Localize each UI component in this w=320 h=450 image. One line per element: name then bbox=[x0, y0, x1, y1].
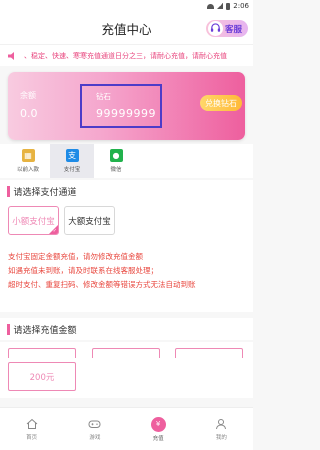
note-line: 如遇充值未到账，请及时联系在线客服处理； bbox=[8, 266, 158, 275]
nav-game[interactable]: 游戏 bbox=[70, 418, 120, 441]
nav-label: 充值 bbox=[152, 435, 164, 442]
status-time: 2:06 bbox=[233, 2, 249, 10]
section-marker bbox=[7, 323, 10, 335]
tab-previous-deposit[interactable]: ▦ 以前入款 bbox=[6, 144, 50, 178]
speaker-icon bbox=[8, 51, 14, 60]
customer-service-button[interactable]: 客服 bbox=[206, 20, 248, 37]
channel-section-header: 请选择支付通道 bbox=[0, 180, 253, 202]
note-line: 支付宝固定金额充值，请勿修改充值金额 bbox=[8, 252, 143, 261]
diamond-label: 钻石 bbox=[96, 92, 111, 101]
header: 充值中心 客服 bbox=[0, 12, 253, 44]
tab-label: 支付宝 bbox=[63, 167, 81, 173]
channel-label: 大额支付宝 bbox=[68, 216, 111, 227]
channel-small-alipay[interactable]: 小额支付宝 ✓ bbox=[8, 206, 59, 235]
recharge-icon: ¥ bbox=[150, 416, 166, 432]
customer-service-label: 客服 bbox=[225, 24, 243, 35]
balance-value: 0.0 bbox=[20, 107, 38, 120]
headset-icon bbox=[208, 21, 223, 36]
home-icon bbox=[25, 418, 38, 431]
wechat-icon: ● bbox=[109, 149, 123, 162]
game-icon bbox=[88, 418, 101, 431]
amount-option-200[interactable]: 200元 bbox=[8, 362, 76, 391]
diamond-value: 99999999 bbox=[96, 107, 156, 120]
bottom-nav: 首页 游戏 ¥ 充值 我的 bbox=[0, 407, 253, 450]
tab-wechat[interactable]: ● 微信 bbox=[94, 144, 138, 178]
channel-section-title: 请选择支付通道 bbox=[13, 187, 77, 198]
balance-card: 余额 0.0 钻石 99999999 兑换钻石 bbox=[8, 72, 245, 140]
exchange-diamond-button[interactable]: 兑换钻石 bbox=[200, 95, 242, 111]
amount-section-title: 请选择充值金额 bbox=[13, 325, 77, 336]
recharge-screen: 2:06 充值中心 客服 、稳定、快速、寒寒充值通道日分之三，请耐心充值，请耐心… bbox=[0, 0, 253, 450]
grid-icon: ▦ bbox=[21, 149, 35, 162]
battery-icon bbox=[226, 2, 231, 10]
nav-label: 我的 bbox=[215, 434, 227, 441]
note-line: 超时支付、重复扫码、修改金额等错误方式无法自动到账 bbox=[8, 280, 196, 289]
amount-options-row2: 200元 bbox=[0, 358, 253, 398]
notice-bar: 、稳定、快速、寒寒充值通道日分之三，请耐心充值，请耐心充值 bbox=[0, 44, 253, 66]
section-marker bbox=[7, 185, 10, 197]
nav-recharge[interactable]: ¥ 充值 bbox=[133, 416, 183, 442]
notice-text: 、稳定、快速、寒寒充值通道日分之三，请耐心充值，请耐心充值 bbox=[24, 51, 227, 60]
tab-label: 微信 bbox=[110, 167, 122, 173]
payment-tabs: ▦ 以前入款 支 支付宝 ● 微信 bbox=[0, 144, 253, 178]
tab-alipay[interactable]: 支 支付宝 bbox=[50, 144, 94, 178]
nav-label: 游戏 bbox=[89, 434, 101, 441]
tab-label: 以前入款 bbox=[16, 167, 39, 173]
nav-label: 首页 bbox=[26, 434, 38, 441]
page-title: 充值中心 bbox=[101, 21, 152, 37]
status-bar: 2:06 bbox=[0, 0, 253, 12]
diamond-highlight-box: 钻石 99999999 bbox=[80, 84, 162, 128]
wifi-icon bbox=[207, 3, 215, 9]
payment-notes: 支付宝固定金额充值，请勿修改充值金额 如遇充值未到账，请及时联系在线客服处理； … bbox=[0, 244, 253, 312]
user-icon bbox=[215, 418, 228, 431]
balance-label: 余额 bbox=[20, 91, 36, 100]
channel-large-alipay[interactable]: 大额支付宝 bbox=[64, 206, 115, 235]
check-icon: ✓ bbox=[52, 228, 57, 234]
signal-icon bbox=[217, 3, 224, 9]
nav-mine[interactable]: 我的 bbox=[196, 418, 246, 441]
nav-home[interactable]: 首页 bbox=[7, 418, 57, 441]
alipay-icon: 支 bbox=[65, 149, 79, 162]
amount-section-header: 请选择充值金额 bbox=[0, 318, 253, 340]
channel-options: 小额支付宝 ✓ 大额支付宝 bbox=[0, 200, 253, 244]
